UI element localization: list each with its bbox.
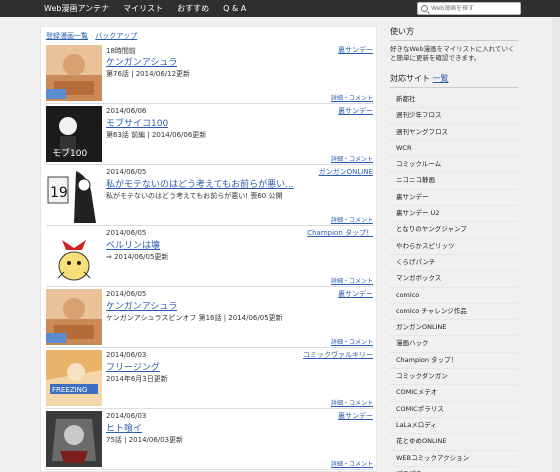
site-link[interactable]: Champion タップ！ (307, 228, 373, 238)
update-date: 2014/06/05 (106, 168, 147, 176)
nav-qa[interactable]: Q & A (223, 4, 246, 13)
site-link[interactable]: 裏サンデー (338, 289, 373, 299)
manga-thumbnail[interactable] (46, 289, 102, 345)
nav-mylist[interactable]: マイリスト (123, 3, 163, 14)
detail-comment-link[interactable]: 詳細・コメント (331, 93, 373, 102)
detail-comment-link[interactable]: 詳細・コメント (331, 215, 373, 224)
manga-thumbnail[interactable] (46, 45, 102, 101)
sidebar-site-item[interactable]: ガンガンONLINE (390, 320, 518, 337)
manga-title-link[interactable]: ベルリンは壊 (106, 238, 160, 251)
supported-sites-list: 新都社 週刊少年フロス 週刊ヤングフロス WCR コミックルーム ニコニコ静画 裏サンデー裏… (390, 92, 518, 472)
sidebar: 使い方 好きなWeb漫画をマイリストに入れていくと簡単に更新を確認できます。 対… (390, 26, 518, 472)
detail-comment-link[interactable]: 詳細・コメント (331, 154, 373, 163)
update-date: 2014/06/05 (106, 229, 147, 237)
sidebar-site-item[interactable]: COMICポラリス (390, 402, 518, 418)
site-link[interactable]: ガンガンONLINE (319, 167, 373, 177)
sidebar-site-item[interactable]: コミックダンガン (390, 369, 518, 386)
sidebar-site-item[interactable]: 漫画ハック (390, 336, 518, 353)
list-item: FREEZING 2014/06/03 フリージング 2014年6月3日更新 コ… (46, 348, 374, 409)
supported-sites-heading: 対応サイト 一覧 (390, 73, 518, 88)
list-item: 19 2014/06/05 私がモテないのはどう考えてもお前らが悪い... 私が… (46, 165, 374, 226)
sidebar-site-item[interactable]: ニコニコ静画 (390, 173, 518, 190)
manga-update-list: 登録漫画一覧 バックアップ 18時間前 ケンガンアシュラ 第76話 | 2014… (40, 26, 377, 472)
svg-text:19: 19 (50, 185, 68, 201)
top-navigation-bar: Web漫画アンテナ マイリスト おすすめ Q & A (0, 0, 560, 17)
detail-comment-link[interactable]: 詳細・コメント (331, 276, 373, 285)
manga-title-link[interactable]: ケンガンアシュラ (106, 55, 177, 68)
sidebar-site-item[interactable]: マンガボックス (390, 271, 518, 288)
list-item: モブ100 2014/06/06 モブサイコ100 第63話 前編 | 2014… (46, 104, 374, 165)
page-scrollbar[interactable] (552, 17, 560, 472)
usage-text: 好きなWeb漫画をマイリストに入れていくと簡単に更新を確認できます。 (390, 45, 515, 62)
manga-title-link[interactable]: ヒト喰イ (106, 421, 142, 434)
manga-title-link[interactable]: モブサイコ100 (106, 116, 168, 129)
sidebar-site-item[interactable]: comico チャレンジ作品 (390, 304, 518, 321)
nav-recommend[interactable]: おすすめ (177, 3, 209, 14)
update-date: 2014/06/05 (106, 290, 147, 298)
svg-text:モブ100: モブ100 (52, 147, 87, 159)
site-link[interactable]: 裏サンデー (338, 106, 373, 116)
detail-comment-link[interactable]: 詳細・コメント (331, 459, 373, 468)
search-icon (421, 5, 428, 12)
sidebar-site-item[interactable]: 裏サンデー U2 (390, 206, 518, 223)
manga-thumbnail[interactable]: 19 (46, 167, 102, 223)
manga-thumbnail[interactable]: モブ100 (46, 106, 102, 162)
manga-title-link[interactable]: フリージング (106, 360, 160, 373)
episode-info: 75話 | 2014/06/03更新 (106, 436, 184, 444)
svg-text:FREEZING: FREEZING (52, 386, 87, 394)
episode-info: ケンガンアシュラスピンオフ 第16話 | 2014/06/05更新 (106, 314, 283, 322)
brand-logo[interactable]: Web漫画アンテナ (44, 3, 109, 14)
sidebar-site-item[interactable]: となりのヤングジャンプ (390, 222, 518, 239)
sidebar-site-item[interactable]: WCR (390, 141, 518, 158)
manga-title-link[interactable]: 私がモテないのはどう考えてもお前らが悪い... (106, 177, 294, 190)
site-link[interactable]: 裏サンデー (338, 411, 373, 421)
list-item: 2014/06/05 ケンガンアシュラ ケンガンアシュラスピンオフ 第16話 |… (46, 287, 374, 348)
update-date: 2014/06/03 (106, 351, 147, 359)
detail-comment-link[interactable]: 詳細・コメント (331, 337, 373, 346)
registered-manga-link[interactable]: 登録漫画一覧 (46, 32, 88, 40)
manga-thumbnail[interactable]: FREEZING (46, 350, 102, 406)
supported-sites-title: 対応サイト (390, 74, 430, 83)
update-date: 2014/06/03 (106, 412, 147, 420)
episode-info: 私がモテないのはどう考えてもお前らが悪い! 喪60 公開 (106, 192, 283, 200)
usage-heading: 使い方 (390, 26, 518, 41)
episode-info: ⇒ 2014/06/05更新 (106, 253, 169, 261)
search-input[interactable] (431, 5, 520, 12)
sidebar-site-item[interactable]: 花とゆめONLINE (390, 434, 518, 451)
sidebar-site-item[interactable]: やわらかスピリッツ (390, 239, 518, 255)
manga-thumbnail[interactable] (46, 228, 102, 284)
sidebar-site-item[interactable]: Champion タップ！ (390, 353, 518, 370)
episode-info: 2014年6月3日更新 (106, 375, 168, 383)
list-item: 18時間前 ケンガンアシュラ 第76話 | 2014/06/12更新 裏サンデー… (46, 43, 374, 104)
sidebar-site-item[interactable]: WEBコミックアクション (390, 451, 518, 467)
sidebar-site-item[interactable]: 裏サンデー (390, 190, 518, 207)
backup-link[interactable]: バックアップ (95, 32, 137, 40)
manga-title-link[interactable]: ケンガンアシュラ (106, 299, 177, 312)
sidebar-site-item[interactable]: コミックルーム (390, 157, 518, 174)
list-item: 2014/06/05 ベルリンは壊 ⇒ 2014/06/05更新 Champio… (46, 226, 374, 287)
sidebar-site-item[interactable]: 週刊ヤングフロス (390, 125, 518, 141)
sidebar-site-item[interactable]: 週刊少年フロス (390, 108, 518, 125)
nav-menu: Web漫画アンテナ マイリスト おすすめ Q & A (44, 0, 260, 17)
sidebar-site-item[interactable]: 新都社 (390, 92, 518, 109)
sidebar-site-item[interactable]: COMICメテオ (390, 385, 518, 402)
list-item: 2014/06/03 ヒト喰イ 75話 | 2014/06/03更新 裏サンデー… (46, 409, 374, 470)
episode-info: 第63話 前編 | 2014/06/06更新 (106, 131, 207, 139)
sidebar-site-item[interactable]: くらげパンチ (390, 255, 518, 272)
detail-comment-link[interactable]: 詳細・コメント (331, 398, 373, 407)
top-links: 登録漫画一覧 バックアップ (46, 31, 142, 41)
sites-list-link[interactable]: 一覧 (433, 74, 449, 83)
sidebar-site-item[interactable]: ぽこぽこ (390, 467, 518, 472)
episode-info: 第76話 | 2014/06/12更新 (106, 70, 191, 78)
search-box[interactable] (417, 2, 521, 15)
site-link[interactable]: 裏サンデー (338, 45, 373, 55)
sidebar-site-item[interactable]: comico (390, 288, 518, 304)
manga-thumbnail[interactable] (46, 411, 102, 467)
site-link[interactable]: コミックヴァルキリー (303, 350, 373, 360)
update-date: 2014/06/06 (106, 107, 147, 115)
sidebar-site-item[interactable]: LaLaメロディ (390, 418, 518, 435)
